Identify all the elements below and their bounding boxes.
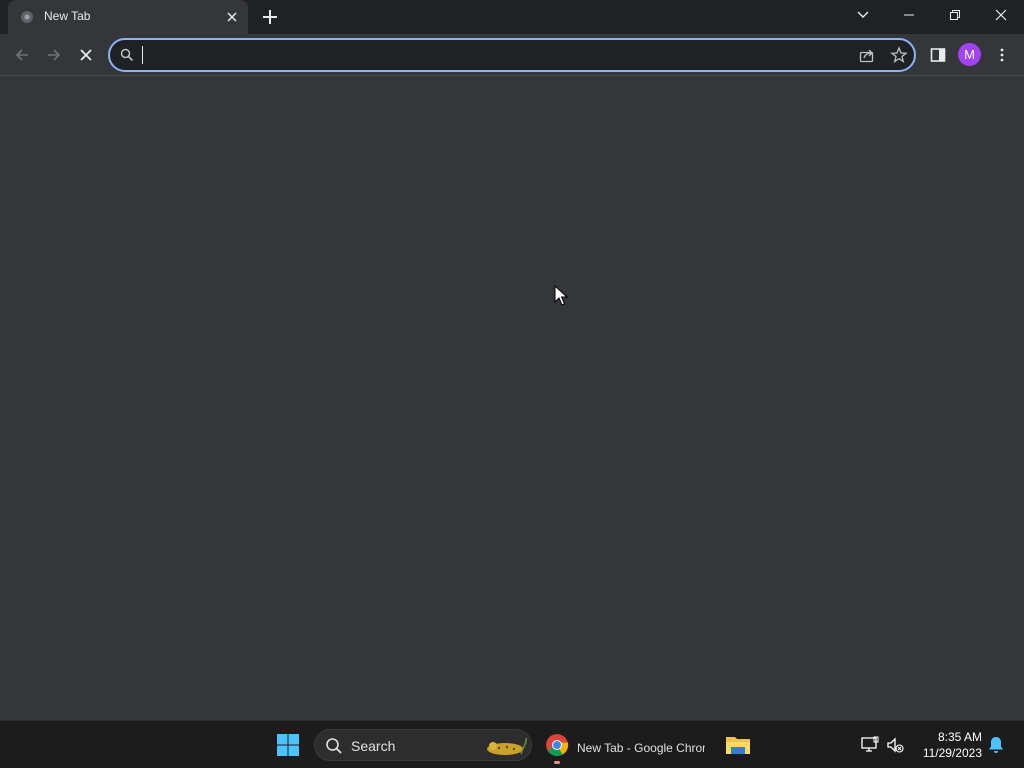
taskbar-chrome-label: New Tab - Google Chrome: [577, 741, 705, 755]
back-button[interactable]: [10, 43, 34, 67]
taskbar: Search New Tab - Google Chrome 8:35 AM 1…: [0, 720, 1024, 768]
title-bar: New Tab: [0, 0, 1024, 34]
minimize-button[interactable]: [886, 0, 932, 30]
notification-bell-icon[interactable]: [986, 735, 1006, 755]
new-tab-button[interactable]: [258, 5, 282, 29]
search-icon: [120, 48, 134, 62]
system-clock[interactable]: 8:35 AM 11/29/2023: [910, 729, 982, 761]
taskbar-search-label: Search: [351, 738, 396, 754]
arrow-right-icon: [48, 49, 61, 61]
folder-icon: [726, 737, 750, 754]
tab-new-tab[interactable]: New Tab: [8, 0, 248, 34]
side-panel-icon: [930, 48, 946, 62]
clock-time: 8:35 AM: [937, 730, 982, 744]
chrome-favicon-icon: [21, 11, 33, 23]
search-icon: [326, 738, 342, 754]
chevron-down-icon: [857, 11, 869, 18]
minimize-icon: [904, 14, 914, 16]
address-bar[interactable]: [108, 38, 916, 72]
chrome-icon: [546, 734, 569, 756]
taskbar-chrome-button[interactable]: New Tab - Google Chrome: [540, 725, 710, 765]
page-content: [0, 77, 1024, 720]
browser-toolbar: M: [0, 34, 1024, 76]
tab-close-icon[interactable]: [224, 9, 240, 25]
more-vertical-icon: [1000, 48, 1004, 62]
tab-search-button[interactable]: [840, 0, 886, 30]
forward-button[interactable]: [42, 43, 66, 67]
close-icon: [995, 9, 1007, 21]
side-panel-button[interactable]: [926, 43, 950, 67]
start-button[interactable]: [270, 727, 306, 763]
mouse-cursor-icon: [554, 285, 568, 306]
volume-muted-icon[interactable]: [885, 735, 905, 755]
windows-logo-icon: [277, 734, 299, 756]
restore-button[interactable]: [932, 0, 978, 30]
clock-date: 11/29/2023: [922, 746, 982, 760]
bookmark-star-icon[interactable]: [890, 46, 908, 64]
address-input[interactable]: [142, 44, 842, 66]
menu-button[interactable]: [990, 43, 1014, 67]
arrow-left-icon: [15, 49, 28, 61]
running-indicator: [554, 761, 560, 764]
restore-icon: [950, 10, 960, 20]
search-highlight-illustration-icon: [487, 737, 527, 755]
tab-title: New Tab: [44, 9, 91, 23]
close-icon: [80, 49, 92, 61]
close-window-button[interactable]: [978, 0, 1024, 30]
text-caret: [142, 46, 143, 64]
share-icon[interactable]: [858, 46, 876, 64]
stop-loading-button[interactable]: [74, 43, 98, 67]
taskbar-file-explorer-button[interactable]: [720, 727, 756, 763]
taskbar-search-box[interactable]: Search: [314, 729, 532, 761]
display-icon[interactable]: [860, 735, 880, 755]
profile-avatar[interactable]: M: [958, 43, 981, 66]
